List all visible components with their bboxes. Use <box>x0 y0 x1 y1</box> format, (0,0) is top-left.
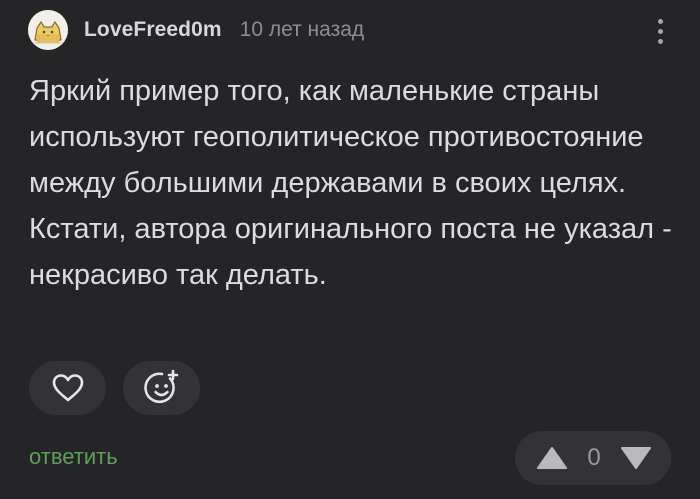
triangle-up-icon <box>537 447 567 469</box>
menu-dot <box>657 38 663 44</box>
comment-header: LoveFreed0m 10 лет назад <box>28 10 672 50</box>
downvote-button[interactable] <box>619 443 653 473</box>
comment-text: Яркий пример того, как маленькие страны … <box>29 75 672 291</box>
reply-link[interactable]: ответить <box>29 444 118 470</box>
cat-avatar-icon <box>28 10 68 50</box>
menu-dot <box>657 28 663 34</box>
more-vertical-icon[interactable] <box>648 14 672 48</box>
rating-count: 0 <box>587 444 601 471</box>
avatar[interactable] <box>28 10 68 50</box>
add-reaction-button[interactable] <box>123 361 200 415</box>
menu-dot <box>657 18 663 24</box>
triangle-down-icon <box>620 447 651 469</box>
vote-control: 0 <box>515 431 671 485</box>
comment-timestamp[interactable]: 10 лет назад <box>240 18 364 42</box>
upvote-button[interactable] <box>535 443 569 473</box>
like-button[interactable] <box>29 361 106 415</box>
heart-icon <box>52 374 83 402</box>
comment: LoveFreed0m 10 лет назад Яркий пример то… <box>0 0 700 499</box>
author-name[interactable]: LoveFreed0m <box>84 18 222 42</box>
add-emoji-icon <box>143 369 178 404</box>
